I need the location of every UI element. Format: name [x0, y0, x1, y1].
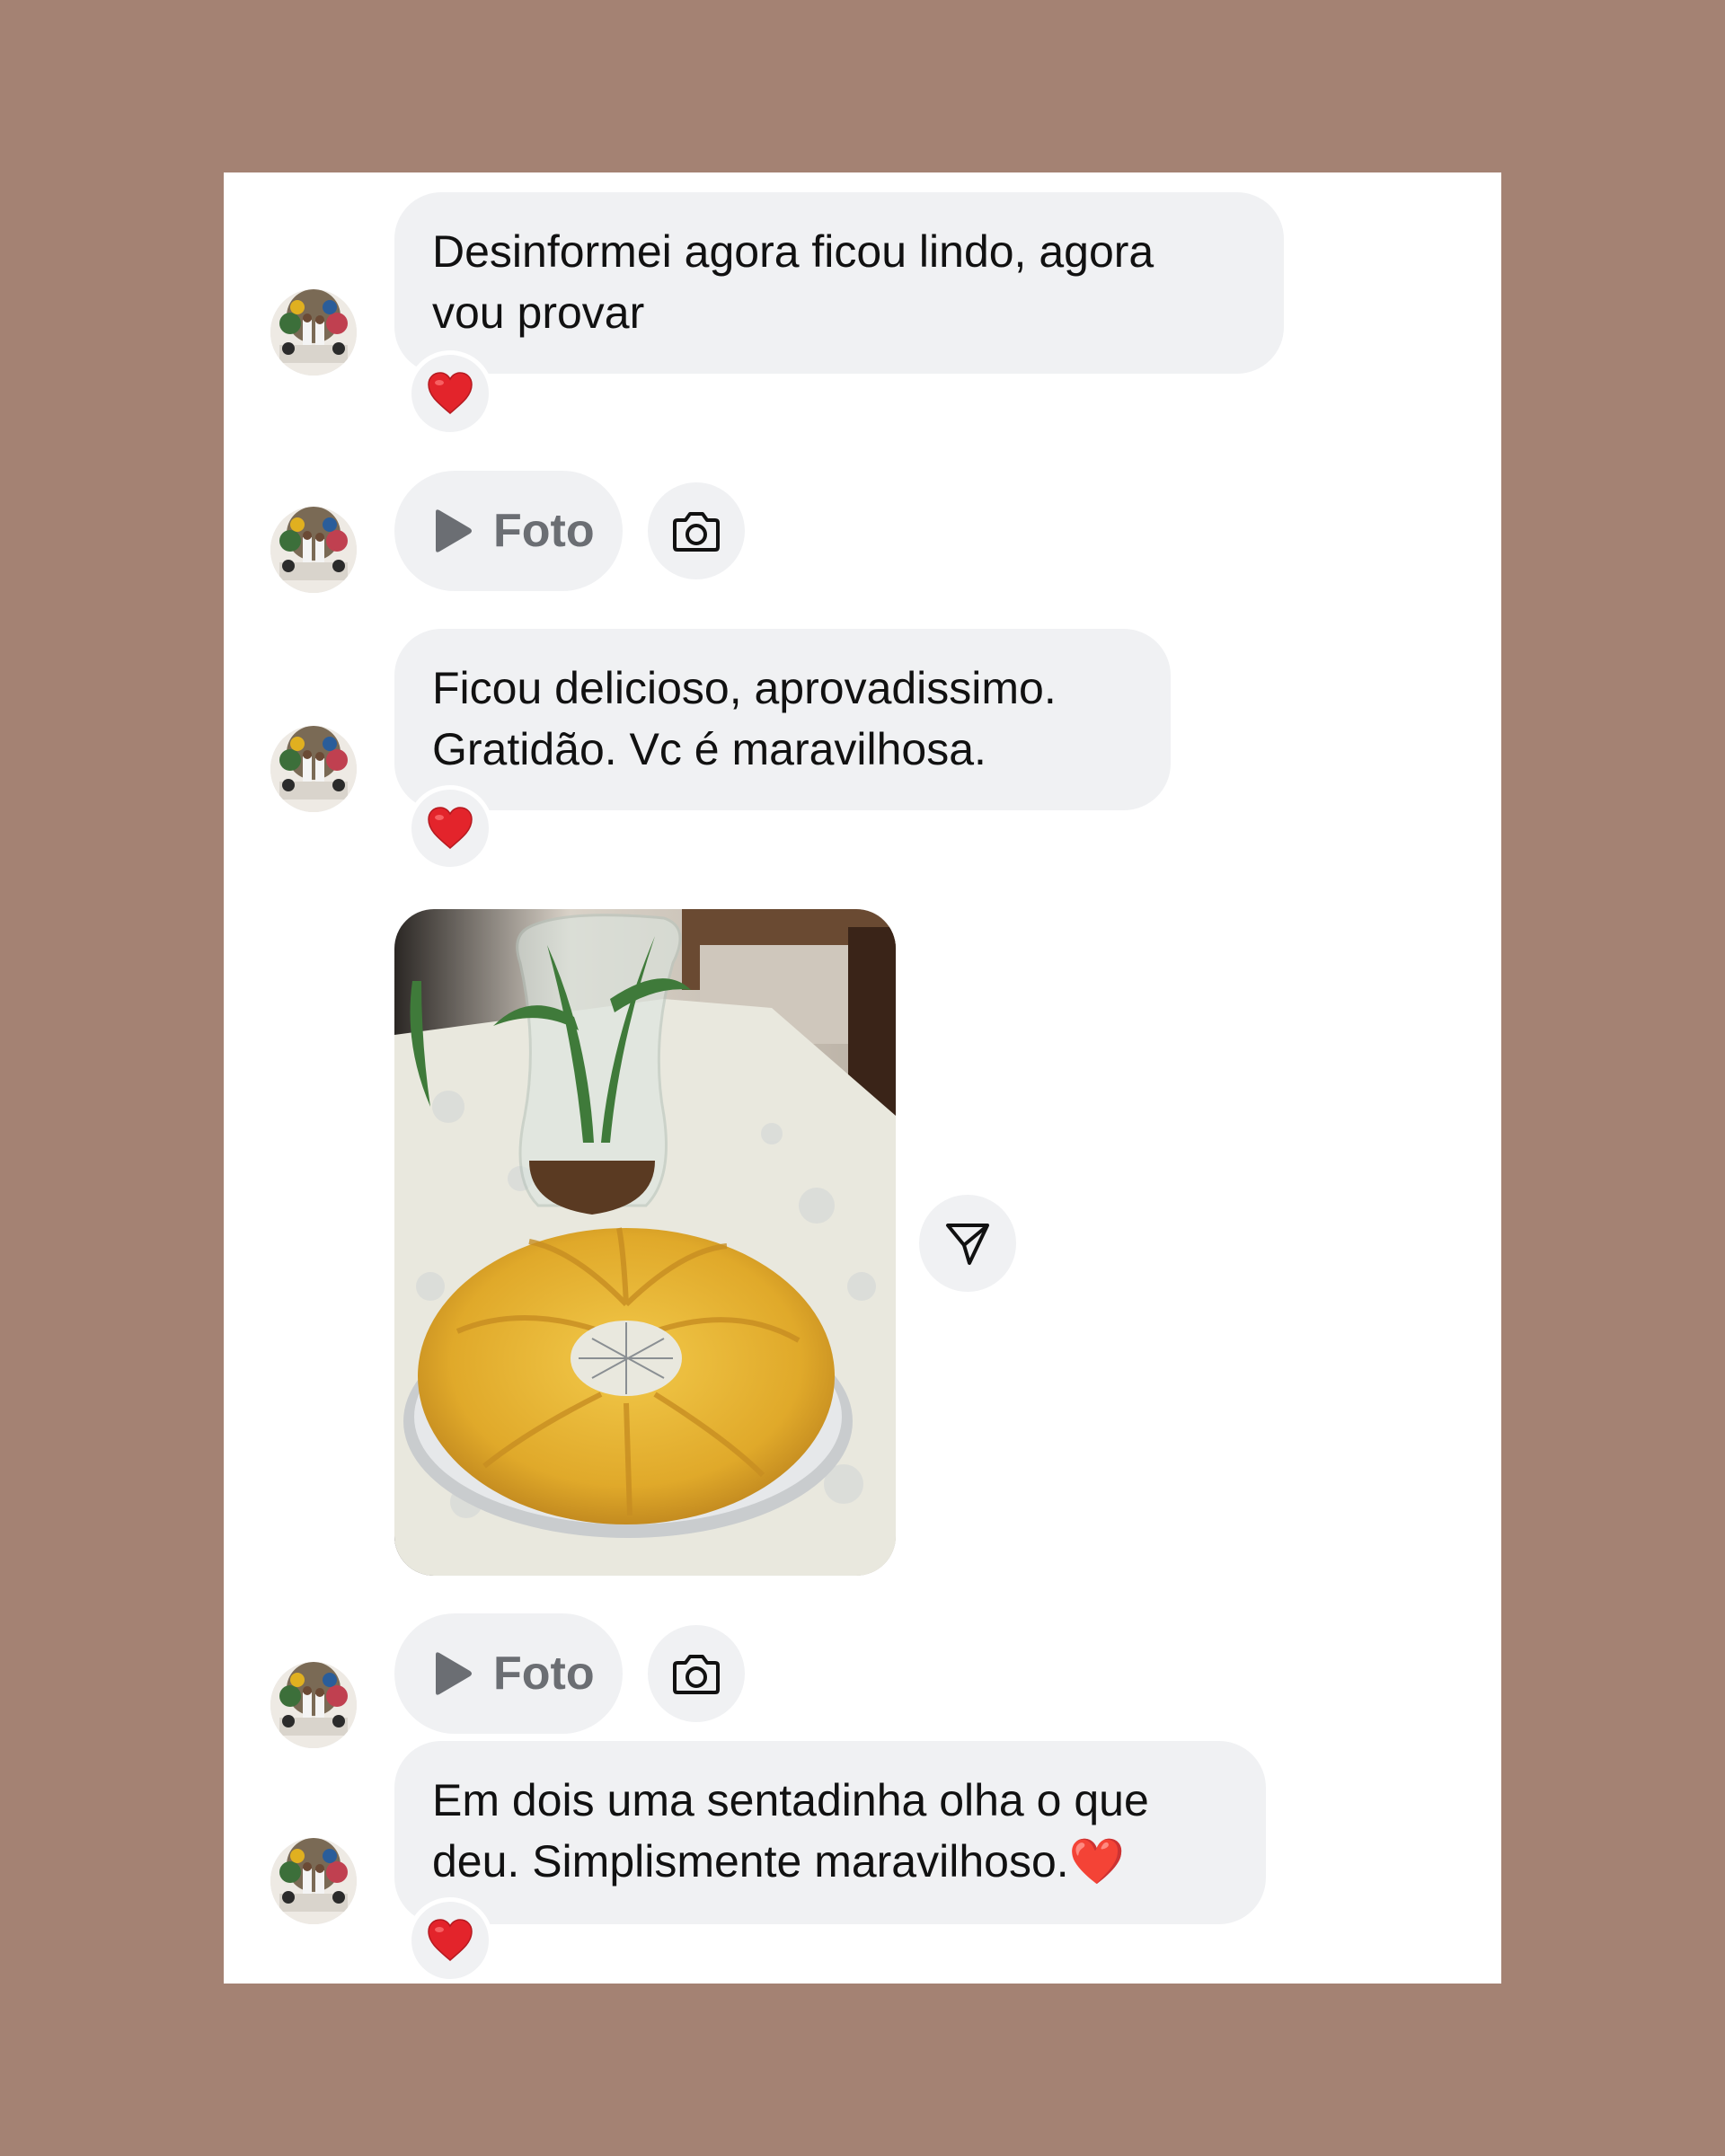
send-icon [946, 1224, 989, 1265]
camera-button[interactable] [648, 1625, 745, 1722]
reaction-badge[interactable] [407, 1897, 493, 1984]
play-icon [436, 1652, 472, 1695]
sender-avatar[interactable] [270, 1838, 357, 1924]
avatar-image [270, 1662, 357, 1748]
play-icon [436, 509, 472, 552]
photo-playback-pill[interactable]: Foto [394, 1613, 623, 1734]
pill-label: Foto [493, 1648, 595, 1700]
pill-label: Foto [493, 505, 595, 557]
photo-message[interactable] [394, 909, 896, 1576]
sender-avatar[interactable] [270, 289, 357, 376]
cake-photo [394, 909, 896, 1576]
message-text: Em dois uma sentadinha olha o que deu. S… [432, 1775, 1149, 1886]
reaction-badge[interactable] [407, 785, 493, 871]
sender-avatar[interactable] [270, 726, 357, 812]
avatar-image [270, 507, 357, 593]
chat-thread: Desinformei agora ficou lindo, agora vou… [224, 172, 1501, 1984]
message-text: Ficou delicioso, aprovadissimo. Gratidão… [432, 663, 1057, 774]
message-bubble[interactable]: Desinformei agora ficou lindo, agora vou… [394, 192, 1284, 374]
reaction-badge[interactable] [407, 350, 493, 437]
photo-playback-pill[interactable]: Foto [394, 471, 623, 591]
sender-avatar[interactable] [270, 1662, 357, 1748]
message-bubble[interactable]: Ficou delicioso, aprovadissimo. Gratidão… [394, 629, 1171, 810]
sender-avatar[interactable] [270, 507, 357, 593]
avatar-image [270, 726, 357, 812]
message-text: Desinformei agora ficou lindo, agora vou… [432, 226, 1154, 338]
message-bubble[interactable]: Em dois uma sentadinha olha o que deu. S… [394, 1741, 1266, 1924]
camera-icon [673, 1655, 720, 1694]
share-button[interactable] [919, 1195, 1016, 1292]
heart-icon [428, 372, 473, 414]
heart-icon [428, 1919, 473, 1961]
avatar-image [270, 289, 357, 376]
camera-button[interactable] [648, 482, 745, 579]
avatar-image [270, 1838, 357, 1924]
camera-icon [673, 512, 720, 552]
heart-icon [428, 807, 473, 849]
